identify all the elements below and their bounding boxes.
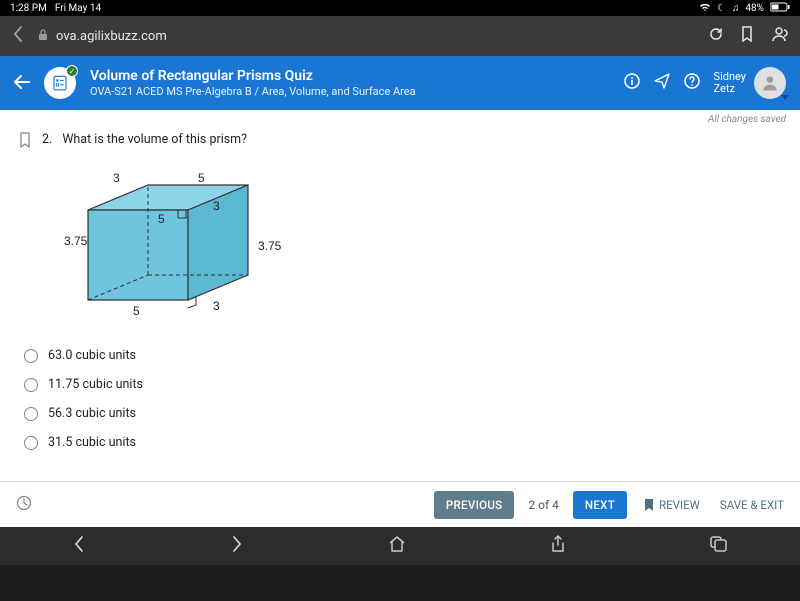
- nav-share-button[interactable]: [550, 535, 566, 557]
- option-b[interactable]: 11.75 cubic units: [24, 377, 782, 392]
- url-text: ova.agilixbuzz.com: [56, 29, 167, 44]
- status-time: 1:28 PM: [10, 3, 47, 14]
- option-d[interactable]: 31.5 cubic units: [24, 435, 782, 450]
- bookmark-question-icon[interactable]: [18, 132, 32, 152]
- question-text: What is the volume of this prism?: [62, 132, 247, 147]
- battery-icon: [770, 2, 790, 15]
- prism-label-mid-right: 3: [213, 199, 220, 213]
- radio-icon: [24, 349, 38, 363]
- prism-label-top-right: 5: [198, 171, 205, 185]
- moon-icon: ☾: [717, 3, 726, 14]
- browser-back-button[interactable]: [12, 25, 24, 48]
- quiz-footer: PREVIOUS 2 of 4 NEXT REVIEW SAVE & EXIT: [0, 481, 800, 527]
- reload-button[interactable]: [708, 26, 724, 46]
- timer-icon[interactable]: [16, 495, 32, 515]
- battery-percent: 48%: [745, 3, 764, 14]
- option-c[interactable]: 56.3 cubic units: [24, 406, 782, 421]
- prism-label-height-right: 3.75: [258, 239, 282, 253]
- bookmark-button[interactable]: [740, 26, 754, 46]
- prism-label-bottom-left: 5: [133, 304, 140, 318]
- chevron-down-icon: [781, 95, 789, 100]
- user-menu[interactable]: Sidney Zetz: [714, 67, 786, 99]
- question-content: All changes saved 2. What is the volume …: [0, 110, 800, 527]
- check-badge-icon: ✓: [66, 65, 78, 77]
- address-bar[interactable]: ova.agilixbuzz.com: [38, 29, 694, 44]
- radio-icon: [24, 436, 38, 450]
- answer-options: 63.0 cubic units 11.75 cubic units 56.3 …: [24, 348, 782, 450]
- previous-button[interactable]: PREVIOUS: [434, 491, 515, 519]
- radio-icon: [24, 378, 38, 392]
- browser-toolbar: ova.agilixbuzz.com: [0, 16, 800, 56]
- option-a-label: 63.0 cubic units: [48, 348, 136, 363]
- info-icon[interactable]: [624, 73, 640, 93]
- app-back-button[interactable]: [14, 73, 30, 94]
- review-button[interactable]: REVIEW: [643, 498, 700, 512]
- prism-label-bottom-right: 3: [213, 299, 220, 313]
- app-header: ✓ Volume of Rectangular Prisms Quiz OVA-…: [0, 56, 800, 110]
- option-b-label: 11.75 cubic units: [48, 377, 143, 392]
- quiz-icon: ✓: [44, 67, 76, 99]
- avatar: [754, 67, 786, 99]
- next-button[interactable]: NEXT: [573, 491, 627, 519]
- review-label: REVIEW: [659, 498, 700, 512]
- help-icon[interactable]: [684, 73, 700, 93]
- nav-back-button[interactable]: [72, 535, 86, 557]
- profile-button[interactable]: [770, 26, 788, 46]
- page-indicator: 2 of 4: [524, 498, 562, 512]
- send-icon[interactable]: [654, 73, 670, 93]
- lock-icon: [38, 29, 48, 44]
- option-a[interactable]: 63.0 cubic units: [24, 348, 782, 363]
- breadcrumb: OVA-S21 ACED MS Pre-Algebra B / Area, Vo…: [90, 85, 610, 98]
- user-lastname: Zetz: [714, 83, 746, 95]
- radio-icon: [24, 407, 38, 421]
- option-d-label: 31.5 cubic units: [48, 435, 136, 450]
- ipad-status-bar: 1:28 PM Fri May 14 ☾ ♫ 48%: [0, 0, 800, 16]
- question-number: 2.: [42, 132, 52, 147]
- status-date: Fri May 14: [55, 3, 101, 14]
- wifi-icon: [699, 2, 711, 15]
- headphones-icon: ♫: [732, 3, 740, 14]
- nav-forward-button[interactable]: [230, 535, 244, 557]
- prism-label-top-left: 3: [113, 171, 120, 185]
- page-title: Volume of Rectangular Prisms Quiz: [90, 68, 610, 85]
- nav-home-button[interactable]: [388, 535, 406, 557]
- prism-label-height-left: 3.75: [64, 234, 88, 248]
- prism-label-mid-left: 5: [158, 212, 165, 226]
- prism-diagram: 3 5 5 3 3.75 3.75 5 3: [58, 170, 318, 330]
- ipad-bottom-bar: [0, 527, 800, 565]
- nav-tabs-button[interactable]: [710, 535, 728, 557]
- option-c-label: 56.3 cubic units: [48, 406, 136, 421]
- autosave-status: All changes saved: [708, 114, 786, 125]
- save-exit-button[interactable]: SAVE & EXIT: [720, 498, 784, 512]
